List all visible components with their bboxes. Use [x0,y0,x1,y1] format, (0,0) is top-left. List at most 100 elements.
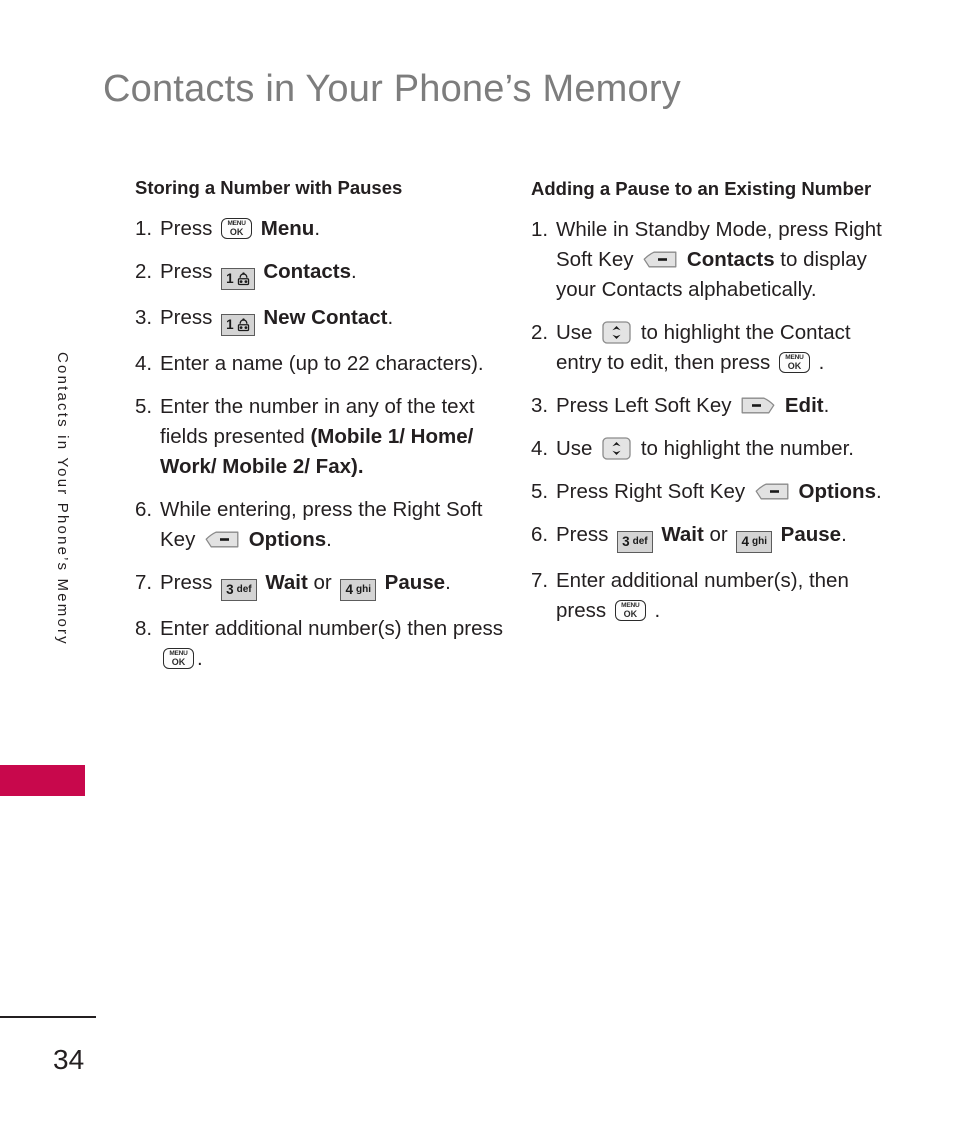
left-soft-key-icon [741,397,775,414]
step-text: Enter the number in any of the text fiel… [160,392,503,482]
step-text-run: . [823,394,830,417]
step-text-run: Enter additional number(s) then press [160,617,503,640]
key-letters: def [236,584,252,595]
navigation-up-down-key-icon [602,321,631,344]
step-text-run: Use [556,437,599,460]
footer-rule [0,1016,96,1018]
step-text-run: Press [556,523,615,546]
section-heading-storing-number: Storing a Number with Pauses [135,177,403,198]
step-number: 7. [135,571,153,594]
step-item: 7. Enter additional number(s), then press… [531,566,891,626]
step-number: 1. [531,218,549,241]
keypad-1-voicemail-key-icon: 1 [221,268,255,290]
step-emphasis: Wait [259,571,314,594]
menu-ok-key-icon: MENU OK [614,600,646,621]
step-number: 7. [531,569,549,592]
step-text-run: . [648,599,661,622]
step-text-run: . [314,217,321,240]
menu-ok-key-icon: MENU OK [778,352,810,373]
step-item: 5. Enter the number in any of the text fi… [135,392,503,482]
step-number: 2. [135,260,153,283]
step-text-run: Press Left Soft Key [556,394,738,417]
step-item: 3. Press Left Soft Key Edit. [531,391,891,421]
left-column: Storing a Number with Pauses 1. Press MEN… [135,168,503,687]
step-item: 6. While entering, press the Right Soft K… [135,495,503,555]
keypad-4-key-icon: 4 ghi [736,531,772,553]
right-column: Adding a Pause to an Existing Number 1. W… [531,168,891,639]
step-emphasis: Wait [655,523,710,546]
step-text: While in Standby Mode, press Right Soft … [556,215,891,305]
keypad-3-key-icon: 3 def [221,579,257,601]
step-text: While entering, press the Right Soft Key… [160,495,503,555]
step-emphasis: Contacts [257,260,352,283]
step-item: 2. Press 1 Contacts. [135,257,503,290]
step-number: 1. [135,217,153,240]
key-digit: 1 [226,271,234,286]
step-text-run: . [387,306,394,329]
step-text: Press 3 def Wait or 4 ghi Pause. [160,568,503,601]
step-text-run: . [197,647,203,670]
step-item: 3. Press 1 New Contact. [135,303,503,336]
step-text-run: Press [160,571,219,594]
right-soft-key-icon [755,483,789,500]
step-item: 2. Use to highlight the Contact entry to … [531,318,891,378]
keypad-3-key-icon: 3 def [617,531,653,553]
step-emphasis: Contacts [681,248,775,271]
key-digit: 3 [622,534,630,549]
menu-ok-key-icon: MENU OK [221,218,253,239]
step-emphasis: Pause [774,523,842,546]
step-number: 6. [135,498,153,521]
step-text-run: . [812,351,825,374]
step-text-run: . [351,260,357,283]
step-emphasis: Edit [779,394,824,417]
step-text: Press Left Soft Key Edit. [556,391,891,421]
step-number: 3. [135,306,153,329]
step-item: 1. While in Standby Mode, press Right Sof… [531,215,891,305]
right-soft-key-icon [205,531,239,548]
step-item: 5. Press Right Soft Key Options. [531,477,891,507]
step-text: Press 3 def Wait or 4 ghi Pause. [556,520,891,553]
step-text-run: . [875,480,882,503]
step-number: 6. [531,523,549,546]
step-text-run: Press [160,306,219,329]
key-digit: 3 [226,582,234,597]
navigation-up-down-key-icon [602,437,631,460]
step-text-run: Enter additional number(s), then press [556,569,849,622]
step-emphasis: Menu [255,217,315,240]
step-text-run: Press [160,217,219,240]
step-text-run: to highlight the number. [635,437,854,460]
key-digit: 1 [226,317,234,332]
step-number: 4. [135,352,153,375]
voicemail-glyph-icon [237,272,249,286]
step-text: Press 1 New Contact. [160,303,503,336]
step-text: Enter additional number(s), then press M… [556,566,891,626]
step-item: 4. Use to highlight the number. [531,434,891,464]
step-text-run: or [709,523,734,546]
step-item: 1. Press MENU OK Menu. [135,214,503,244]
step-number: 5. [135,395,153,418]
page-title: Contacts in Your Phone’s Memory [103,68,681,110]
voicemail-glyph-icon [237,318,249,332]
step-text-run: . [326,528,332,551]
side-tab-marker [0,765,85,796]
step-text-run: Press [160,260,219,283]
key-letters: ghi [355,584,371,595]
key-letters: def [632,536,648,547]
section-heading-adding-pause: Adding a Pause to an Existing Number [531,178,872,199]
step-text: Enter a name (up to 22 characters). [160,349,503,379]
step-item: 7. Press 3 def Wait or 4 ghi Pause. [135,568,503,601]
step-text: Use to highlight the Contact entry to ed… [556,318,891,378]
step-text: Press 1 Contacts. [160,257,503,290]
step-text-run: . [841,523,847,546]
right-soft-key-icon [643,251,677,268]
step-text-run: Enter a name (up to 22 characters). [160,352,484,375]
step-item: 4. Enter a name (up to 22 characters). [135,349,503,379]
step-text-run: or [313,571,338,594]
keypad-1-voicemail-key-icon: 1 [221,314,255,336]
step-number: 5. [531,480,549,503]
step-number: 4. [531,437,549,460]
step-text-run: . [445,571,451,594]
side-tab-label: Contacts in Your Phone’s Memory [54,352,71,646]
step-emphasis: Options [792,480,876,503]
steps-list-left: 1. Press MENU OK Menu. 2. Press 1 Contacts. 3… [135,214,503,674]
